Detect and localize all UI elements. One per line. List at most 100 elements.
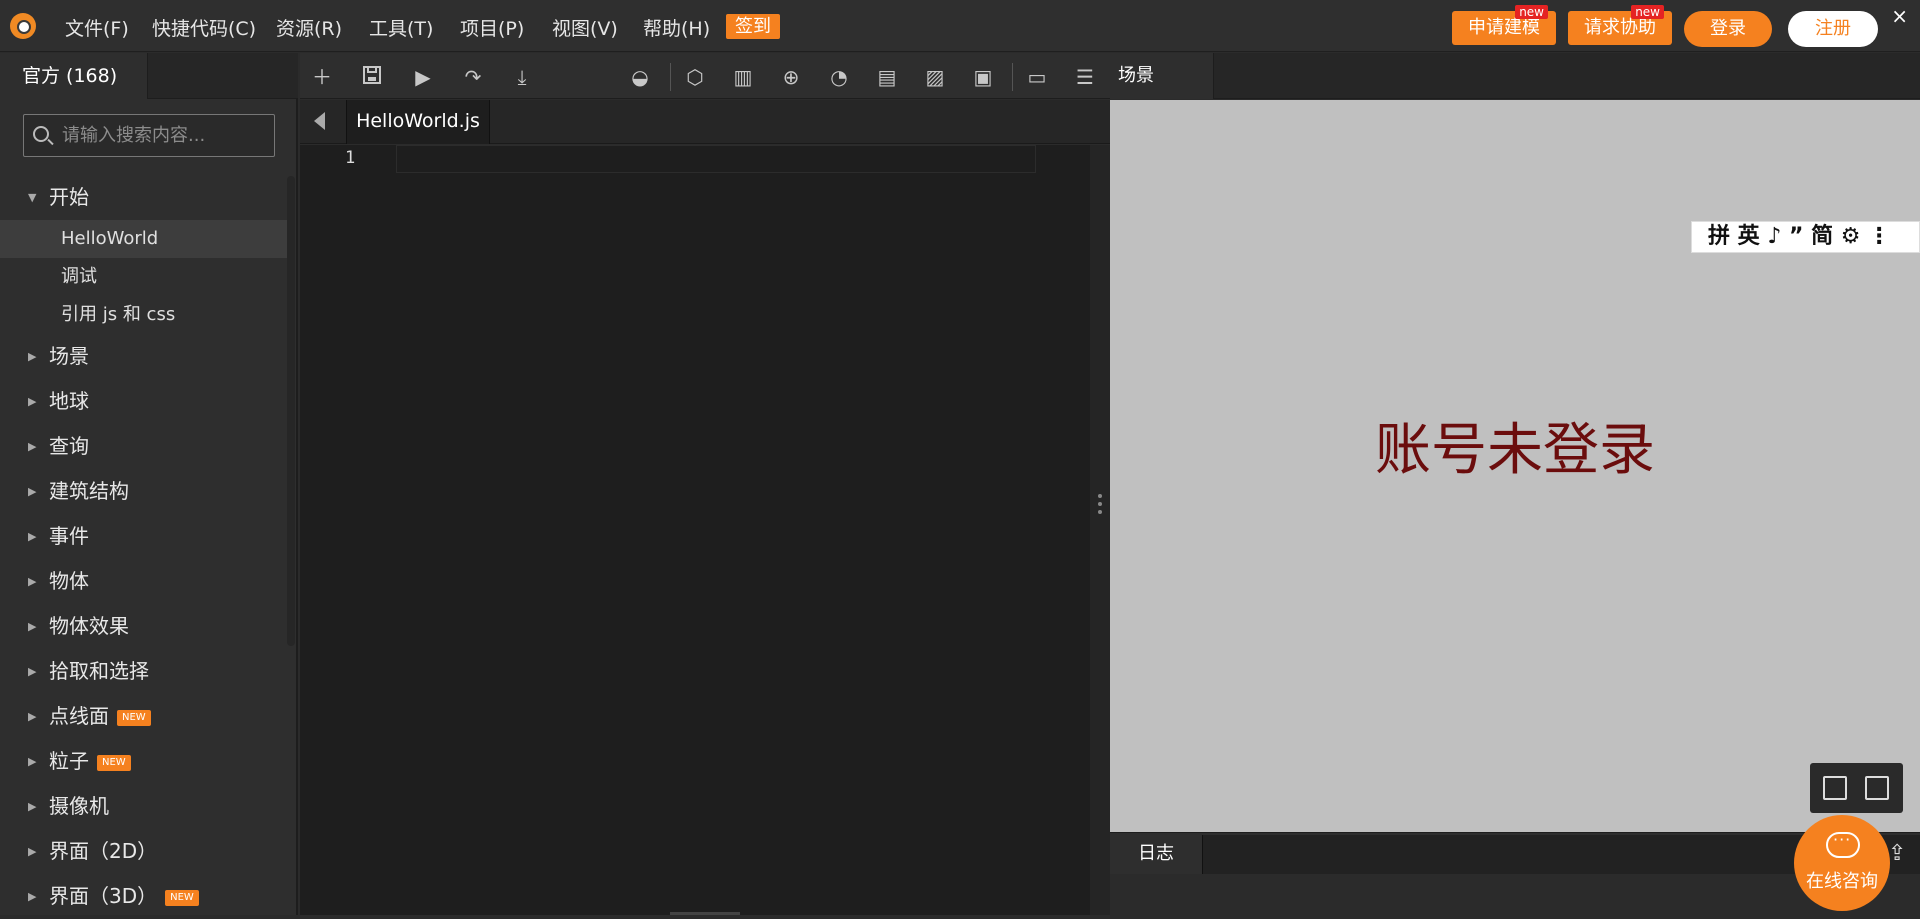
- tab-official[interactable]: 官方 (168): [0, 53, 148, 99]
- tree-node-ui-2d[interactable]: ▶ 界面（2D）: [0, 829, 287, 874]
- menu-view[interactable]: 视图(V): [552, 14, 618, 41]
- sidebar: 官方 (168) ▼ 开始 HelloWorld 调试 引用 js 和 css ▶…: [0, 53, 298, 915]
- tree-item-helloworld[interactable]: HelloWorld: [0, 220, 287, 258]
- tree-node-label: 开始: [49, 185, 89, 209]
- cube-icon[interactable]: ⬡: [683, 65, 707, 89]
- toolbar-divider: [670, 63, 671, 91]
- tab-log[interactable]: 日志: [1110, 833, 1202, 875]
- tab-scene[interactable]: 场景: [1110, 53, 1214, 99]
- layout-icon[interactable]: ▤: [875, 65, 899, 89]
- tree-node-label: 界面（2D）: [49, 839, 158, 863]
- tree-node-start[interactable]: ▼ 开始: [0, 175, 287, 220]
- menu-help[interactable]: 帮助(H): [643, 14, 710, 41]
- download-icon[interactable]: ⤓: [510, 65, 534, 89]
- current-line-highlight: [396, 145, 1036, 173]
- pie-chart-icon[interactable]: ◔: [827, 65, 851, 89]
- tree-item-debug[interactable]: 调试: [0, 258, 287, 296]
- caret-right-icon: ▶: [28, 575, 37, 588]
- tree-node-label: 查询: [49, 434, 89, 458]
- editor-toolbar: ＋ ▶ ↷ ⤓ ◒ ⬡ ▥ ⊕ ◔ ▤ ▨ ▣ ▭ ☰: [300, 53, 1110, 99]
- save-icon[interactable]: [360, 65, 384, 89]
- tree-node-label: 事件: [49, 524, 89, 548]
- tree-node-particles[interactable]: ▶ 粒子 NEW: [0, 739, 287, 784]
- caret-right-icon: ▶: [28, 710, 37, 723]
- half-circle-icon[interactable]: ◒: [628, 65, 652, 89]
- tree-node-picking[interactable]: ▶ 拾取和选择: [0, 649, 287, 694]
- caret-right-icon: ▶: [28, 890, 37, 903]
- tree-node-object-effects[interactable]: ▶ 物体效果: [0, 604, 287, 649]
- menu-project[interactable]: 项目(P): [460, 14, 524, 41]
- tree-node-label: 粒子: [49, 749, 89, 773]
- image-icon[interactable]: ▨: [923, 65, 947, 89]
- sidebar-tab-strip: [148, 53, 298, 99]
- settings-sliders-icon[interactable]: ☰: [1073, 65, 1097, 89]
- tree-node-label: 物体效果: [49, 614, 129, 638]
- menu-bar: 文件(F) 快捷代码(C) 资源(R) 工具(T) 项目(P) 视图(V) 帮助…: [0, 0, 1920, 52]
- close-icon[interactable]: ×: [1891, 4, 1908, 28]
- fullscreen-icon[interactable]: [1865, 776, 1889, 800]
- menu-resources[interactable]: 资源(R): [276, 14, 342, 41]
- new-tag: new: [1515, 5, 1548, 19]
- tree-node-label: 界面（3D）: [49, 884, 158, 908]
- online-consult-button[interactable]: 在线咨询: [1794, 815, 1890, 911]
- caret-right-icon: ▶: [28, 755, 37, 768]
- tab-scroll-left-icon[interactable]: [314, 112, 325, 130]
- building-icon[interactable]: ▥: [731, 65, 755, 89]
- sidebar-scrollbar[interactable]: [287, 176, 295, 646]
- register-button[interactable]: 注册: [1788, 11, 1878, 47]
- upload-icon[interactable]: ⇪: [1888, 841, 1910, 866]
- tree-node-building[interactable]: ▶ 建筑结构: [0, 469, 287, 514]
- caret-down-icon: ▼: [28, 191, 37, 204]
- picture-icon[interactable]: ▣: [971, 65, 995, 89]
- editor-splitter[interactable]: [1090, 145, 1110, 915]
- tree-node-label: 建筑结构: [49, 479, 129, 503]
- login-button[interactable]: 登录: [1684, 11, 1772, 47]
- tree-item-include-js-css[interactable]: 引用 js 和 css: [0, 296, 287, 334]
- add-icon[interactable]: ＋: [310, 65, 334, 89]
- tree-node-label: 摄像机: [49, 794, 109, 818]
- caret-right-icon: ▶: [28, 620, 37, 633]
- run-icon[interactable]: ▶: [411, 65, 435, 89]
- not-logged-in-message: 账号未登录: [1375, 418, 1655, 483]
- splitter-grip-icon[interactable]: [1098, 494, 1102, 520]
- signin-button[interactable]: 签到: [726, 14, 780, 39]
- tree-node-events[interactable]: ▶ 事件: [0, 514, 287, 559]
- search-input[interactable]: [62, 115, 267, 156]
- globe-icon[interactable]: ⊕: [779, 65, 803, 89]
- scene-viewport[interactable]: 拼 英 ♪ ” 简 ⚙ ⋮ 账号未登录: [1110, 100, 1920, 832]
- menu-tools[interactable]: 工具(T): [369, 14, 433, 41]
- search-box: [23, 114, 275, 157]
- tree-node-label: 场景: [49, 344, 89, 368]
- request-help-label: 请求协助: [1584, 17, 1656, 38]
- app-logo: [10, 13, 36, 39]
- apply-model-button[interactable]: 申请建模 new: [1452, 5, 1556, 45]
- tree-node-ui-3d[interactable]: ▶ 界面（3D） NEW: [0, 874, 287, 919]
- toolbar-divider: [1012, 63, 1013, 91]
- tree-node-geometry[interactable]: ▶ 点线面 NEW: [0, 694, 287, 739]
- code-editor[interactable]: 1: [300, 145, 1090, 915]
- tree-node-objects[interactable]: ▶ 物体: [0, 559, 287, 604]
- file-tab-bar: HelloWorld.js: [300, 100, 1110, 144]
- notes-icon[interactable]: ▭: [1025, 65, 1049, 89]
- line-number: 1: [345, 148, 356, 168]
- tree-node-query[interactable]: ▶ 查询: [0, 424, 287, 469]
- scene-header: 场景: [1110, 53, 1920, 99]
- new-tag: new: [1631, 5, 1664, 19]
- open-external-icon[interactable]: [1823, 776, 1847, 800]
- ime-toolbar[interactable]: 拼 英 ♪ ” 简 ⚙ ⋮: [1691, 221, 1920, 253]
- example-tree: ▼ 开始 HelloWorld 调试 引用 js 和 css ▶ 场景 ▶ 地球 ▶ 查…: [0, 175, 287, 919]
- caret-right-icon: ▶: [28, 395, 37, 408]
- caret-right-icon: ▶: [28, 485, 37, 498]
- tree-node-label: 点线面: [49, 704, 109, 728]
- share-icon[interactable]: ↷: [461, 65, 485, 89]
- tree-node-camera[interactable]: ▶ 摄像机: [0, 784, 287, 829]
- tab-helloworld-js[interactable]: HelloWorld.js: [346, 100, 490, 144]
- apply-model-label: 申请建模: [1468, 17, 1540, 38]
- tree-node-earth[interactable]: ▶ 地球: [0, 379, 287, 424]
- tree-node-scene[interactable]: ▶ 场景: [0, 334, 287, 379]
- menu-file[interactable]: 文件(F): [65, 14, 129, 41]
- request-help-button[interactable]: 请求协助 new: [1568, 5, 1672, 45]
- chat-bubble-icon: [1826, 830, 1860, 858]
- new-badge: NEW: [117, 709, 151, 726]
- menu-snippets[interactable]: 快捷代码(C): [152, 14, 256, 41]
